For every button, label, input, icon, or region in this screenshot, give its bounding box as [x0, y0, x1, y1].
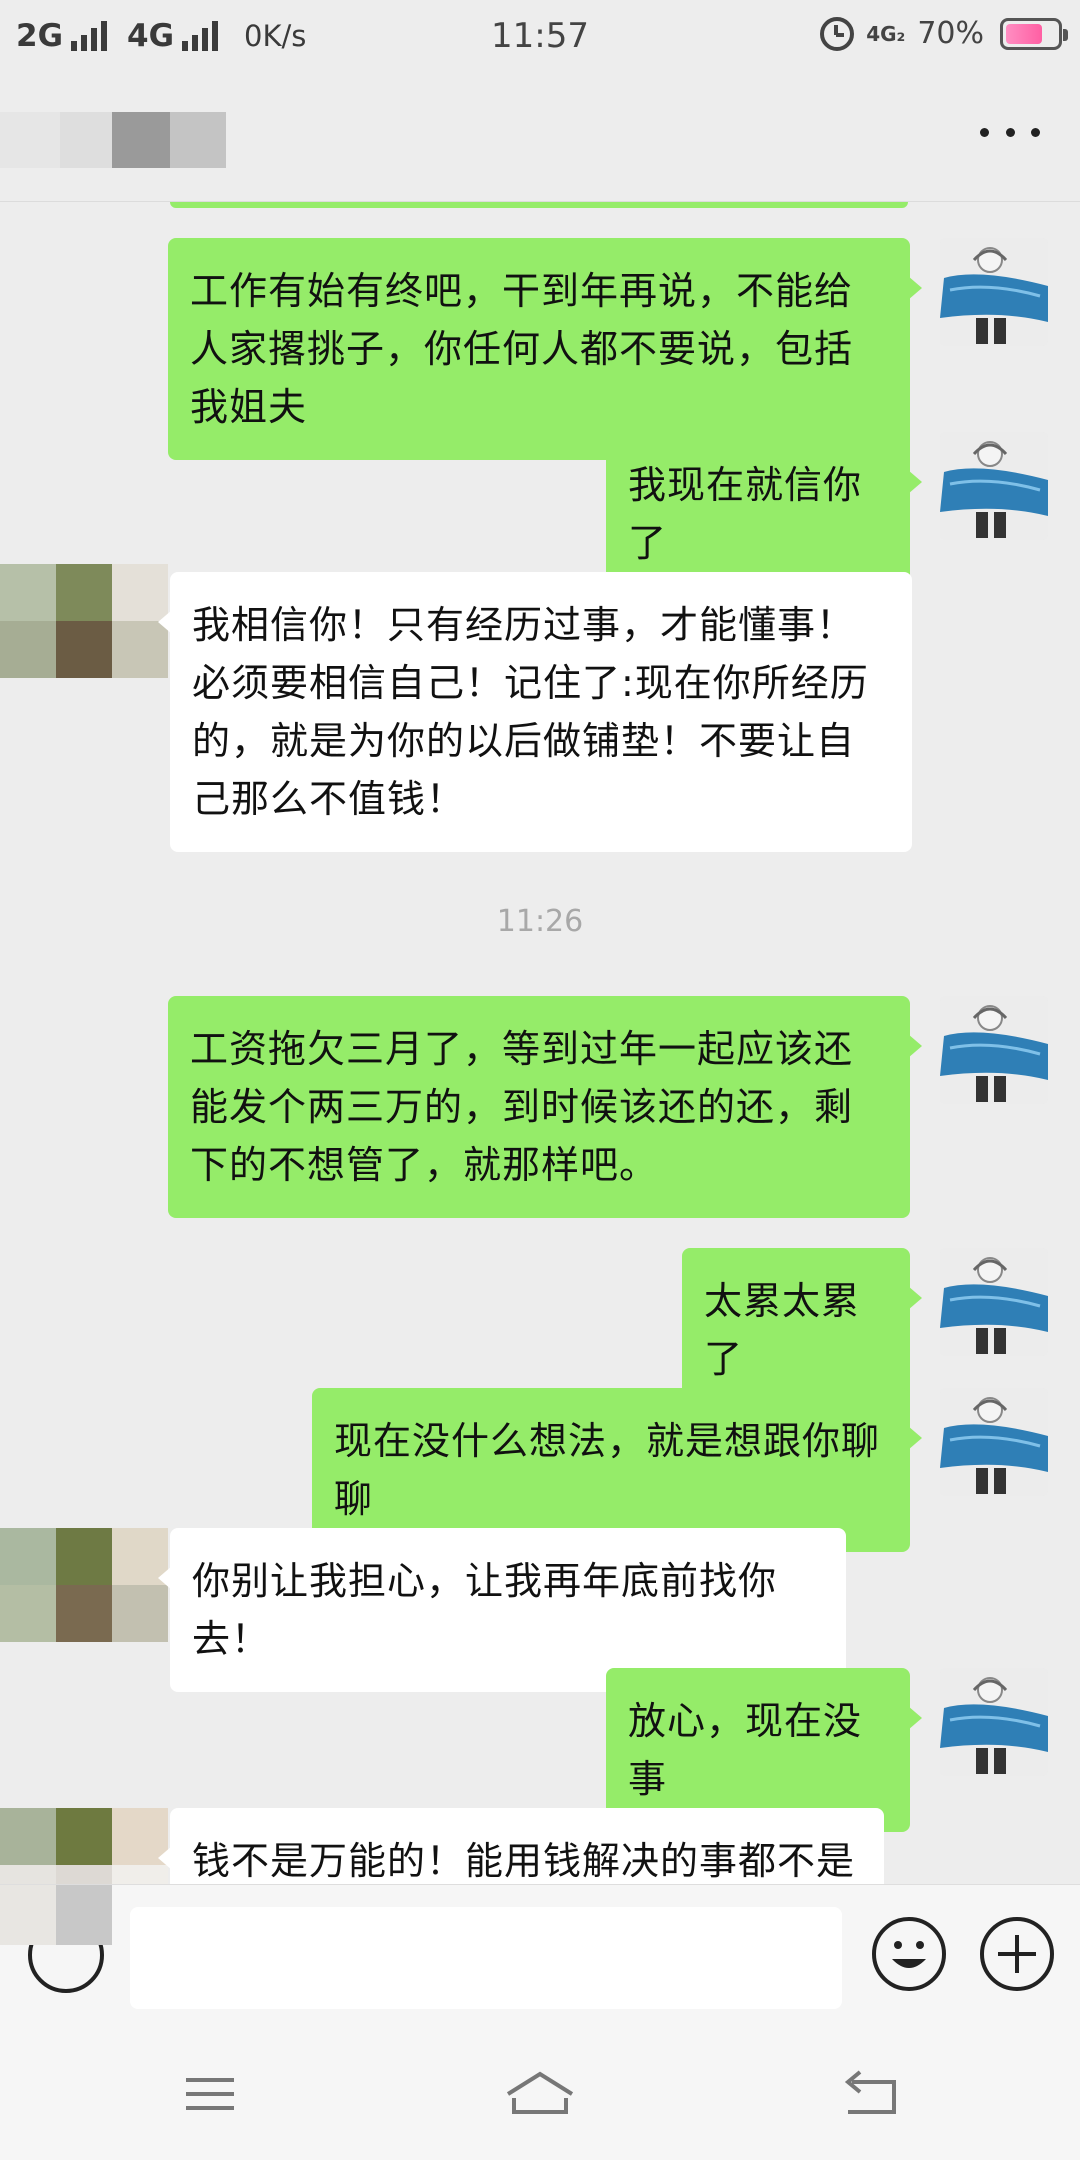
home-icon[interactable] — [500, 2064, 580, 2124]
message-bubble-outgoing[interactable]: 工资拖欠三月了，等到过年一起应该还能发个两三万的，到时候该还的还，剩下的不想管了… — [168, 996, 922, 1218]
chat-header — [0, 72, 1080, 202]
message-bubble-outgoing[interactable]: 工作有始有终吧，干到年再说，不能给人家撂挑子，你任何人都不要说，包括我姐夫 — [168, 238, 922, 460]
emoji-smile-icon[interactable] — [870, 1915, 948, 1993]
battery-fill — [1006, 23, 1042, 44]
avatar-illustration — [940, 432, 1048, 540]
message-input[interactable] — [130, 1907, 842, 2009]
battery-percent: 70% — [917, 16, 984, 51]
my-avatar[interactable] — [940, 1248, 1048, 1356]
menu-icon[interactable] — [170, 2064, 250, 2124]
message-bubble-incoming[interactable]: 我相信你！只有经历过事，才能懂事！必须要相信自己！记住了:现在你所经历的，就是为… — [158, 572, 912, 852]
my-avatar[interactable] — [940, 432, 1048, 540]
back-icon[interactable] — [830, 2064, 910, 2124]
more-dots-icon[interactable] — [980, 122, 1040, 142]
input-bar — [0, 1884, 1080, 2024]
my-avatar[interactable] — [940, 1668, 1048, 1776]
my-avatar[interactable] — [940, 238, 1048, 346]
contact-avatar[interactable] — [0, 564, 170, 678]
contact-avatar[interactable] — [0, 1528, 170, 1642]
avatar-illustration — [940, 1388, 1048, 1496]
battery-icon — [1000, 17, 1068, 50]
system-navigation-bar — [0, 2024, 1080, 2160]
contact-name-blurred — [0, 112, 226, 168]
my-avatar[interactable] — [940, 1388, 1048, 1496]
avatar-illustration — [940, 996, 1048, 1104]
volte-4g-label: 4G₂ — [866, 21, 906, 46]
my-avatar[interactable] — [940, 996, 1048, 1104]
status-icons: 4G₂ 70% — [820, 16, 1068, 51]
plus-circle-icon[interactable] — [978, 1915, 1056, 1993]
partial-bubble — [170, 202, 908, 208]
alarm-icon — [820, 16, 855, 51]
contact-avatar[interactable] — [0, 1808, 170, 1884]
avatar-illustration — [940, 1248, 1048, 1356]
avatar-illustration — [940, 238, 1048, 346]
time-stamp: 11:26 — [496, 904, 584, 939]
status-bar: 2G 4G 0K/s 11:57 4G₂ 70% — [0, 0, 1080, 72]
message-bubble-incoming[interactable]: 钱不是万能的！能用钱解决的事都不是事 — [158, 1808, 884, 1884]
message-list[interactable]: 工作有始有终吧，干到年再说，不能给人家撂挑子，你任何人都不要说，包括我姐夫 我现… — [0, 202, 1080, 1884]
avatar-illustration — [940, 1668, 1048, 1776]
